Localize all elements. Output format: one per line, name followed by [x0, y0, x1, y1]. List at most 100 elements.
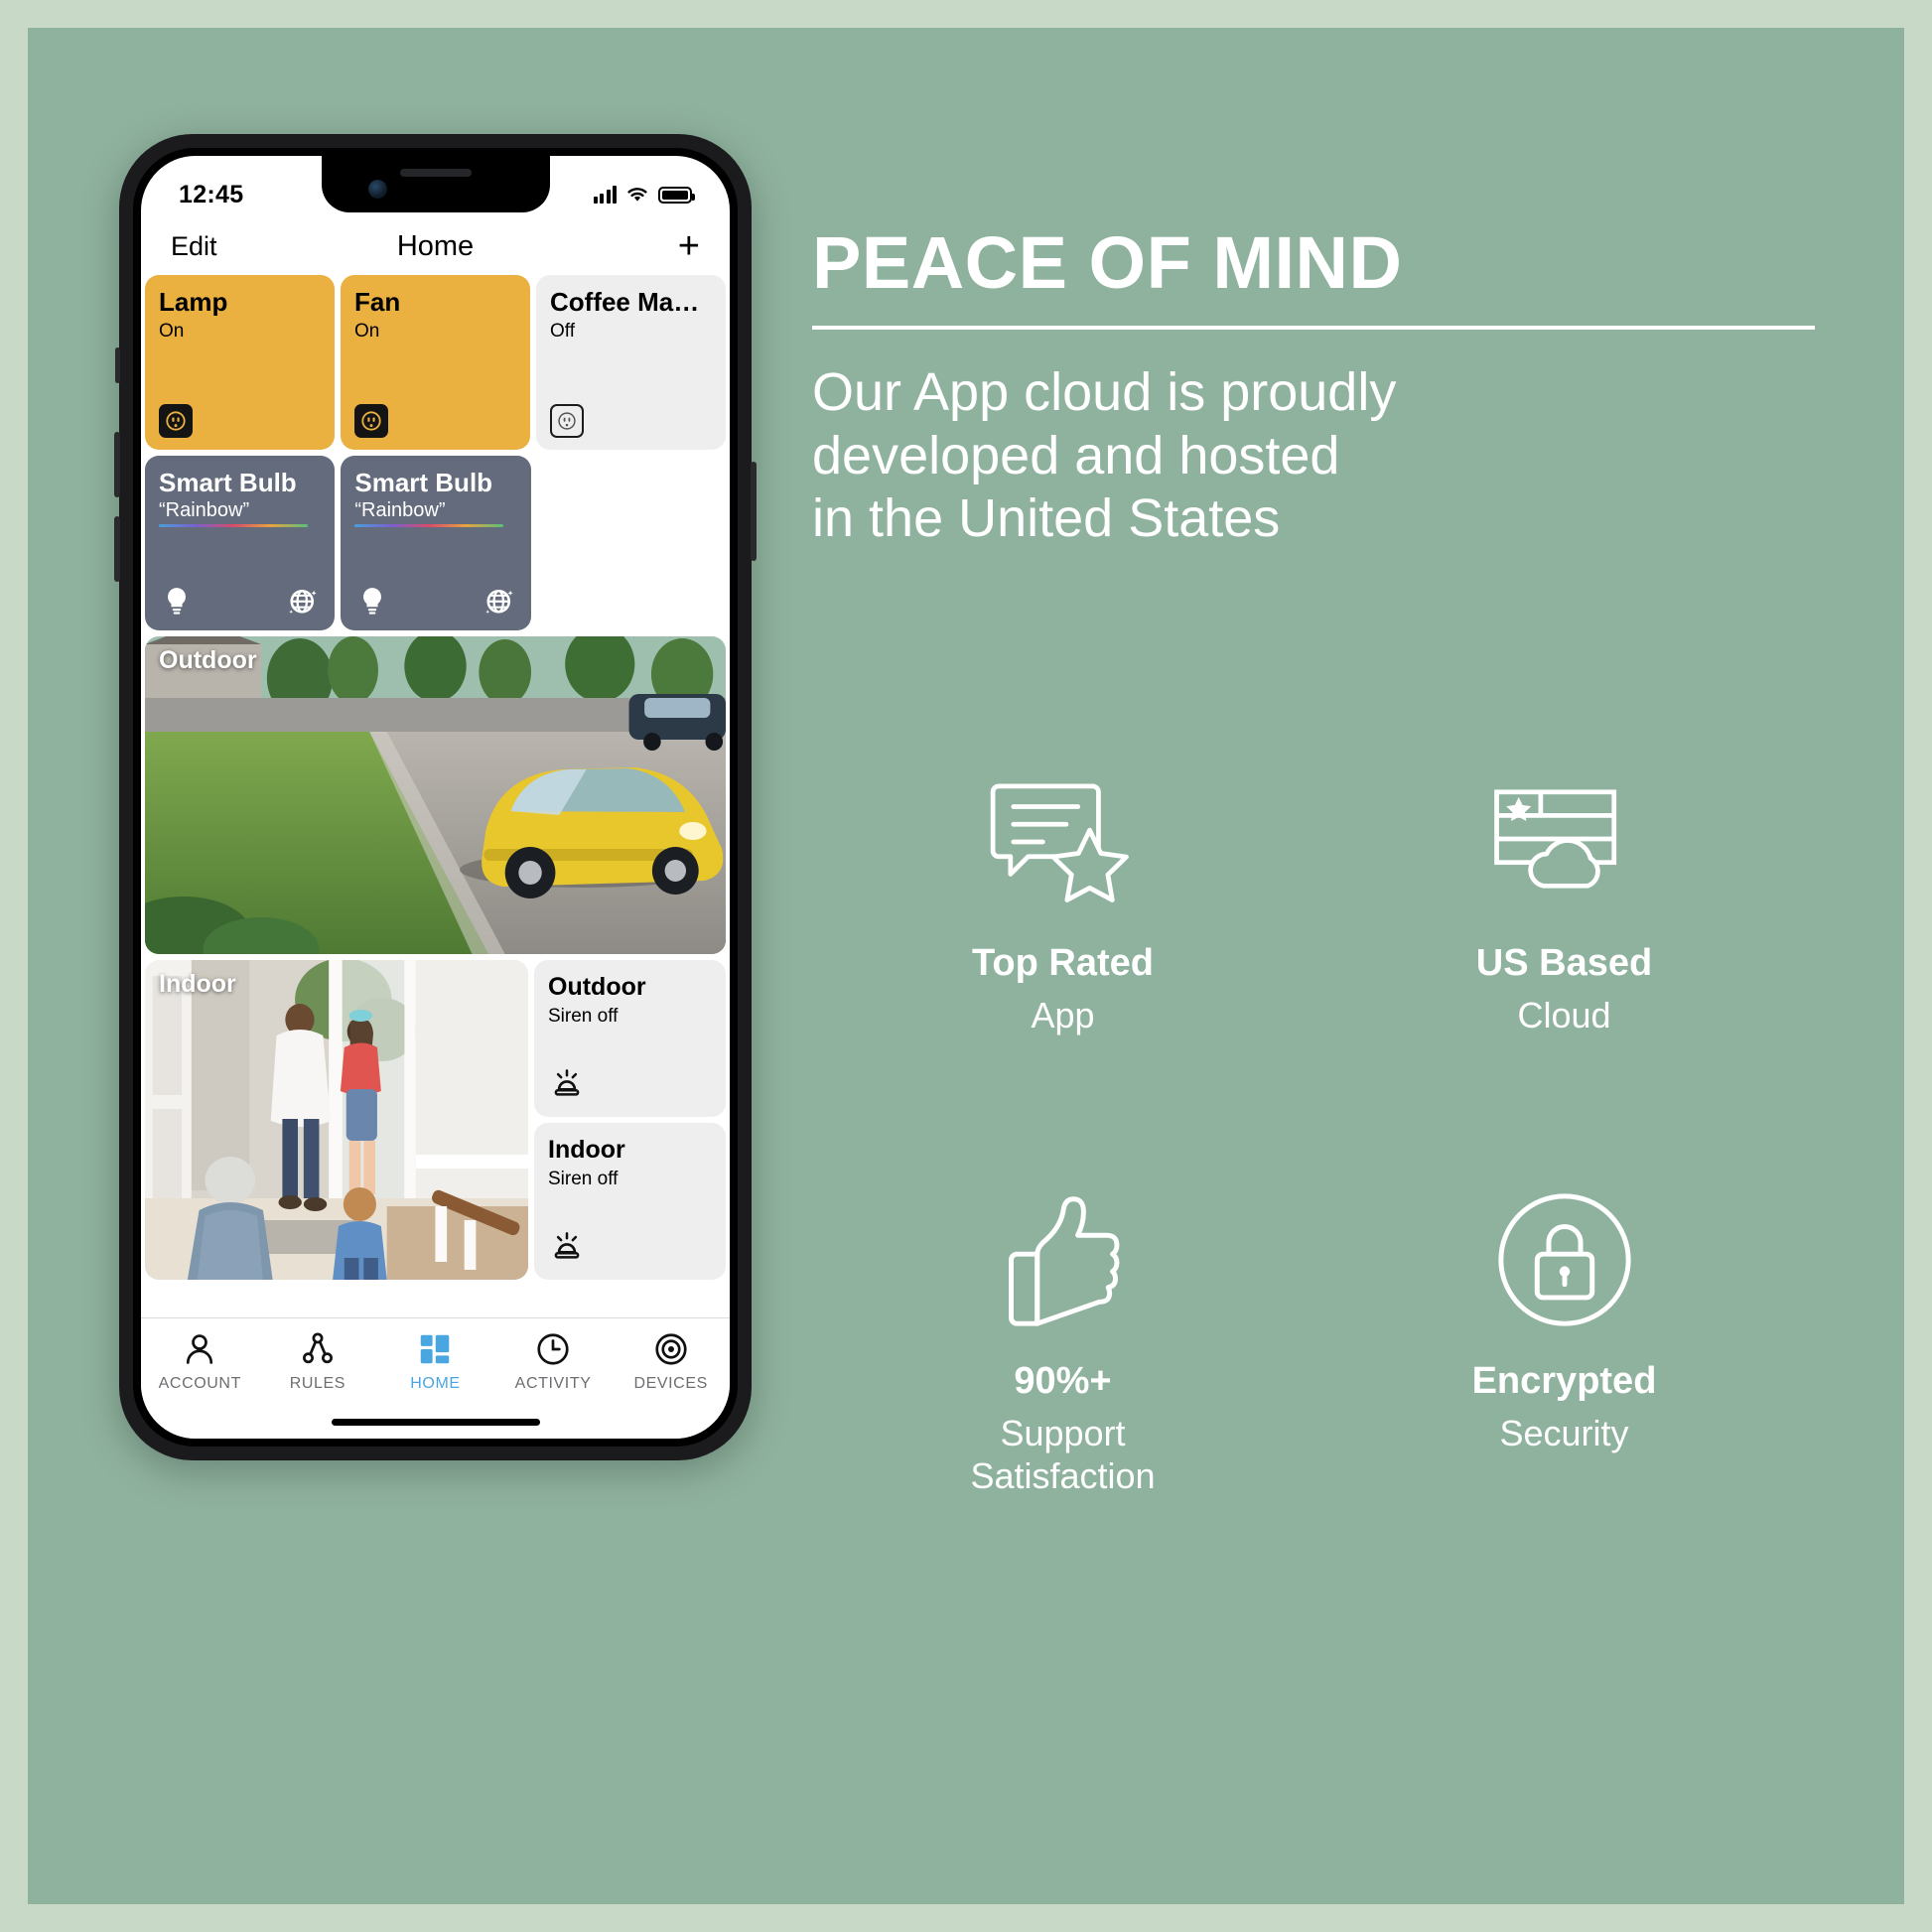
- tab-activity[interactable]: ACTIVITY: [494, 1330, 613, 1393]
- app-header: Edit Home +: [141, 217, 730, 275]
- tile-row-outlets: Lamp On Fan On Coffee Ma… Off: [141, 275, 730, 456]
- tile-title: Smart Bulb: [159, 470, 297, 497]
- subheadline-line-1: Our App cloud is proudly: [812, 362, 1397, 422]
- status-indicators: [593, 186, 695, 204]
- feature-encrypted-security: Encrypted Security: [1313, 1185, 1815, 1497]
- silent-switch[interactable]: [115, 347, 120, 383]
- feature-subtitle: Security: [1499, 1412, 1629, 1453]
- home-indicator: [331, 1419, 540, 1426]
- camera-label: Outdoor: [159, 646, 257, 674]
- siren-state: Siren off: [548, 1006, 619, 1027]
- camera-tile-outdoor[interactable]: Outdoor: [145, 636, 726, 954]
- disco-globe-icon: [484, 589, 513, 615]
- outlet-icon: [354, 404, 388, 438]
- tab-label: HOME: [410, 1375, 461, 1392]
- add-device-button[interactable]: +: [678, 227, 700, 265]
- wifi-icon: [627, 188, 647, 202]
- edit-button[interactable]: Edit: [171, 231, 217, 262]
- tab-label: ACTIVITY: [514, 1375, 592, 1392]
- siren-title: Outdoor: [548, 973, 646, 1001]
- siren-column: Outdoor Siren off Indoor Siren off: [534, 960, 726, 1280]
- tab-devices[interactable]: DEVICES: [612, 1330, 730, 1393]
- tile-smart-bulb-2[interactable]: Smart Bulb “Rainbow”: [341, 456, 531, 630]
- feature-top-rated: Top Rated App: [812, 767, 1313, 1036]
- tile-title: Lamp: [159, 289, 228, 317]
- phone-screen: 12:45 Edit Home + Lamp On Fan On Coffee …: [141, 156, 730, 1439]
- camera-row-indoor: Indoor Outdoor Siren off Indoor Siren of…: [141, 960, 730, 1286]
- tile-title: Fan: [354, 289, 401, 317]
- devices-target-icon: [655, 1333, 687, 1365]
- feature-title: US Based: [1475, 942, 1653, 984]
- siren-tile-indoor[interactable]: Indoor Siren off: [534, 1123, 726, 1280]
- tile-lamp[interactable]: Lamp On: [145, 275, 335, 450]
- lightbulb-icon: [363, 588, 382, 615]
- siren-title: Indoor: [548, 1136, 625, 1164]
- tile-state: “Rainbow”: [159, 499, 250, 522]
- poster-canvas: 12:45 Edit Home + Lamp On Fan On Coffee …: [28, 28, 1904, 1904]
- feature-title: 90%+: [1014, 1359, 1112, 1402]
- feature-title: Top Rated: [972, 942, 1154, 984]
- lightbulb-icon: [168, 588, 186, 615]
- feature-subtitle: App: [1031, 994, 1095, 1035]
- tile-title: Coffee Ma…: [550, 289, 700, 317]
- siren-state: Siren off: [548, 1169, 619, 1189]
- tile-state: On: [354, 321, 380, 343]
- battery-full-icon: [658, 186, 695, 204]
- tile-state: “Rainbow”: [354, 499, 446, 522]
- camera-label: Indoor: [159, 970, 236, 998]
- tile-state: Off: [550, 321, 575, 343]
- thumbs-up-icon: [1008, 1196, 1119, 1326]
- tile-title: Smart Bulb: [354, 470, 493, 497]
- outlet-icon: [550, 404, 584, 438]
- bottom-tab-bar: ACCOUNT RULES HOME ACTIVITY DEVICES: [141, 1317, 730, 1439]
- tab-home[interactable]: HOME: [376, 1330, 494, 1393]
- volume-down-button[interactable]: [114, 516, 120, 582]
- us-flag-cloud-icon: [1494, 789, 1617, 889]
- tab-account[interactable]: ACCOUNT: [141, 1330, 259, 1393]
- status-clock: 12:45: [179, 180, 244, 208]
- front-camera-icon: [367, 180, 387, 199]
- rainbow-color-bar: [159, 524, 308, 528]
- feature-us-based: US Based Cloud: [1313, 767, 1815, 1036]
- tile-row-bulbs: Smart Bulb “Rainbow” Smart Bulb “Rainbow…: [141, 456, 730, 636]
- outlet-icon: [159, 404, 193, 438]
- subheadline-line-2: developed and hosted: [812, 425, 1340, 485]
- camera-row-outdoor: Outdoor: [141, 636, 730, 960]
- tab-label: DEVICES: [633, 1375, 708, 1392]
- feature-subtitle: Cloud: [1517, 994, 1611, 1035]
- tile-state: On: [159, 321, 185, 343]
- tab-label: ACCOUNT: [158, 1375, 241, 1392]
- feature-grid: Top Rated App US Based Cloud 90%+ Suppor…: [812, 767, 1815, 1497]
- feature-support-satisfaction: 90%+ Support Satisfaction: [812, 1185, 1313, 1497]
- feature-subtitle: Support Satisfaction: [970, 1412, 1156, 1496]
- phone-bezel: 12:45 Edit Home + Lamp On Fan On Coffee …: [133, 148, 738, 1447]
- phone-mockup: 12:45 Edit Home + Lamp On Fan On Coffee …: [114, 134, 757, 1460]
- power-button[interactable]: [751, 462, 757, 561]
- page-title: Home: [396, 229, 475, 262]
- notch: [321, 156, 550, 212]
- tab-rules[interactable]: RULES: [259, 1330, 377, 1393]
- person-icon: [187, 1334, 213, 1364]
- home-dashboard: Lamp On Fan On Coffee Ma… Off Smart Bulb…: [141, 275, 730, 1317]
- volume-up-button[interactable]: [114, 432, 120, 497]
- headline: PEACE OF MIND: [812, 221, 1403, 304]
- clock-icon: [537, 1333, 569, 1365]
- subheadline-line-3: in the United States: [812, 488, 1281, 549]
- lock-circle-icon: [1497, 1193, 1631, 1326]
- earpiece-speaker: [399, 169, 472, 177]
- tile-fan[interactable]: Fan On: [341, 275, 530, 450]
- siren-icon: [554, 1232, 580, 1259]
- tile-smart-bulb-1[interactable]: Smart Bulb “Rainbow”: [145, 456, 336, 630]
- disco-globe-icon: [289, 589, 318, 615]
- feature-title: Encrypted: [1471, 1359, 1657, 1402]
- indoor-camera-feed: [145, 960, 528, 1280]
- tile-coffee-maker[interactable]: Coffee Ma… Off: [536, 275, 726, 450]
- home-grid-icon: [421, 1334, 450, 1364]
- rules-node-icon: [302, 1332, 333, 1364]
- camera-tile-indoor[interactable]: Indoor: [145, 960, 528, 1280]
- tab-label: RULES: [289, 1375, 346, 1392]
- review-star-icon: [990, 783, 1129, 902]
- headline-divider: [812, 326, 1815, 330]
- rainbow-color-bar: [354, 524, 504, 528]
- siren-tile-outdoor[interactable]: Outdoor Siren off: [534, 960, 726, 1117]
